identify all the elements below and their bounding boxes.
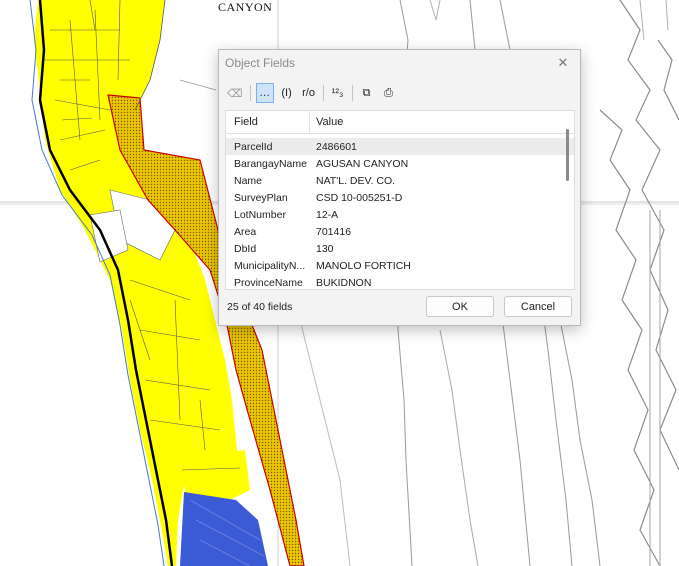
table-row[interactable]: ProvinceName BUKIDNON: [226, 274, 574, 289]
object-fields-dialog: Object Fields ✕ ⌫ … (I) r/o ¹²₃ ⧉ ⎙ Fiel…: [218, 49, 581, 326]
table-row[interactable]: Name NAT'L. DEV. CO.: [226, 172, 574, 189]
dialog-titlebar[interactable]: Object Fields ✕: [219, 50, 580, 76]
field-name: Name: [234, 174, 263, 187]
field-name: BarangayName: [234, 157, 307, 170]
table-row[interactable]: Area 701416: [226, 223, 574, 240]
print-icon[interactable]: ⎙: [380, 83, 398, 103]
field-value: 701416: [316, 225, 352, 238]
field-name: DbId: [234, 242, 257, 255]
table-header: Field Value: [226, 111, 574, 134]
field-name: Area: [234, 225, 257, 238]
column-header-field[interactable]: Field: [226, 111, 310, 133]
field-value: MANOLO FORTICH: [316, 259, 411, 272]
field-name: ProvinceName: [234, 276, 303, 289]
ok-button[interactable]: OK: [426, 296, 494, 317]
field-value: 12-A: [316, 208, 339, 221]
field-value: CSD 10-005251-D: [316, 191, 403, 204]
dialog-title: Object Fields: [225, 56, 296, 70]
readonly-icon[interactable]: r/o: [300, 83, 318, 103]
toolbar-separator: [351, 85, 353, 101]
table-row[interactable]: DbId 130: [226, 240, 574, 257]
table-scrollbar[interactable]: [566, 129, 569, 181]
table-row[interactable]: BarangayName AGUSAN CANYON: [226, 155, 574, 172]
fields-table: Field Value ParcelId 2486601 BarangayNam…: [225, 110, 575, 290]
numeric-icon[interactable]: ¹²₃: [329, 83, 347, 103]
dialog-toolbar: ⌫ … (I) r/o ¹²₃ ⧉ ⎙: [225, 82, 402, 104]
table-row[interactable]: LotNumber 12-A: [226, 206, 574, 223]
copy-icon[interactable]: ⧉: [358, 83, 376, 103]
table-body: ParcelId 2486601 BarangayName AGUSAN CAN…: [226, 134, 574, 289]
cancel-button[interactable]: Cancel: [504, 296, 572, 317]
field-value: 2486601: [316, 140, 357, 153]
field-count-label: 25 of 40 fields: [227, 301, 293, 313]
ellipsis-icon[interactable]: …: [255, 83, 274, 103]
column-header-value[interactable]: Value: [310, 116, 343, 128]
field-value: AGUSAN CANYON: [316, 157, 409, 170]
field-value: NAT'L. DEV. CO.: [316, 174, 396, 187]
toolbar-separator: [322, 85, 324, 101]
clear-icon[interactable]: ⌫: [225, 83, 245, 103]
close-icon[interactable]: ✕: [554, 55, 572, 71]
table-row[interactable]: SurveyPlan CSD 10-005251-D: [226, 189, 574, 206]
field-value: BUKIDNON: [316, 276, 372, 289]
table-row[interactable]: MunicipalityN... MANOLO FORTICH: [226, 257, 574, 274]
table-row[interactable]: ParcelId 2486601: [226, 138, 574, 155]
field-name: ParcelId: [234, 140, 273, 153]
toolbar-separator: [249, 85, 251, 101]
field-name: LotNumber: [234, 208, 286, 221]
field-name: SurveyPlan: [234, 191, 288, 204]
field-name: MunicipalityN...: [234, 259, 306, 272]
field-value: 130: [316, 242, 334, 255]
identify-icon[interactable]: (I): [278, 83, 296, 103]
map-place-label: CANYON: [218, 0, 273, 14]
